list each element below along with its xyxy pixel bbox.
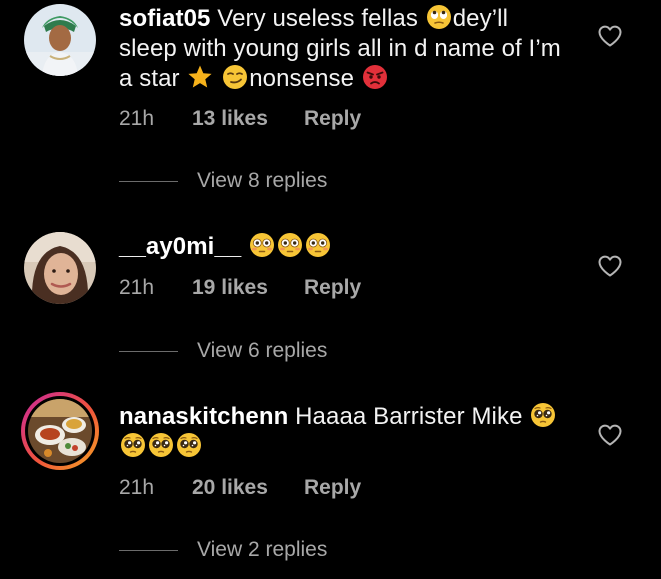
- face-with-rolling-eyes-emoji: [426, 4, 452, 30]
- comment-text: sofiat05 Very useless fellas dey’ll slee…: [119, 4, 569, 94]
- pleading-face-emoji: [148, 432, 174, 458]
- reply-button[interactable]: Reply: [304, 476, 361, 500]
- star-emoji: [187, 64, 213, 90]
- pleading-face-emoji: [530, 402, 556, 428]
- reply-button[interactable]: Reply: [304, 107, 361, 131]
- view-replies-label: View 2 replies: [197, 538, 328, 561]
- comment-likes[interactable]: 13 likes: [192, 107, 304, 131]
- divider: [119, 549, 178, 551]
- pleading-face-emoji: [120, 432, 146, 458]
- angry-face-emoji: [362, 64, 388, 90]
- heart-outline-icon[interactable]: [597, 24, 623, 48]
- comment-body-part: [241, 233, 248, 260]
- avatar[interactable]: [24, 232, 96, 304]
- view-replies-button[interactable]: View 6 replies: [119, 339, 327, 363]
- view-replies-button[interactable]: View 8 replies: [119, 169, 327, 193]
- comment-body-part: Haaaa Barrister Mike: [288, 403, 530, 430]
- comment-text: nanaskitchenn Haaaa Barrister Mike: [119, 402, 569, 462]
- reply-button[interactable]: Reply: [304, 276, 361, 300]
- story-ring[interactable]: [21, 392, 99, 470]
- view-replies-label: View 8 replies: [197, 169, 328, 192]
- comment-likes[interactable]: 19 likes: [192, 276, 304, 300]
- flushed-face-emoji: [305, 232, 331, 258]
- heart-outline-icon[interactable]: [597, 254, 623, 278]
- flushed-face-emoji: [277, 232, 303, 258]
- comment-username[interactable]: sofiat05: [119, 5, 211, 32]
- comment-meta: 21h 20 likes Reply: [119, 476, 361, 500]
- avatar[interactable]: [24, 4, 96, 76]
- comment-username[interactable]: nanaskitchenn: [119, 403, 288, 430]
- smirking-face-emoji: [222, 64, 248, 90]
- comment-meta: 21h 13 likes Reply: [119, 107, 361, 131]
- divider: [119, 350, 178, 352]
- divider: [119, 180, 178, 182]
- avatar: [28, 399, 92, 463]
- comment-time: 21h: [119, 276, 155, 299]
- comment-body-part: nonsense: [249, 65, 361, 92]
- pleading-face-emoji: [176, 432, 202, 458]
- view-replies-label: View 6 replies: [197, 339, 328, 362]
- comment-text: __ay0mi__: [119, 232, 569, 262]
- view-replies-button[interactable]: View 2 replies: [119, 538, 327, 562]
- comment-time: 21h: [119, 476, 155, 499]
- comment-meta: 21h 19 likes Reply: [119, 276, 361, 300]
- comment-likes[interactable]: 20 likes: [192, 476, 304, 500]
- flushed-face-emoji: [249, 232, 275, 258]
- comment-username[interactable]: __ay0mi__: [119, 233, 241, 260]
- heart-outline-icon[interactable]: [597, 423, 623, 447]
- comment-time: 21h: [119, 107, 155, 130]
- comment-body-part: Very useless fellas: [210, 5, 425, 32]
